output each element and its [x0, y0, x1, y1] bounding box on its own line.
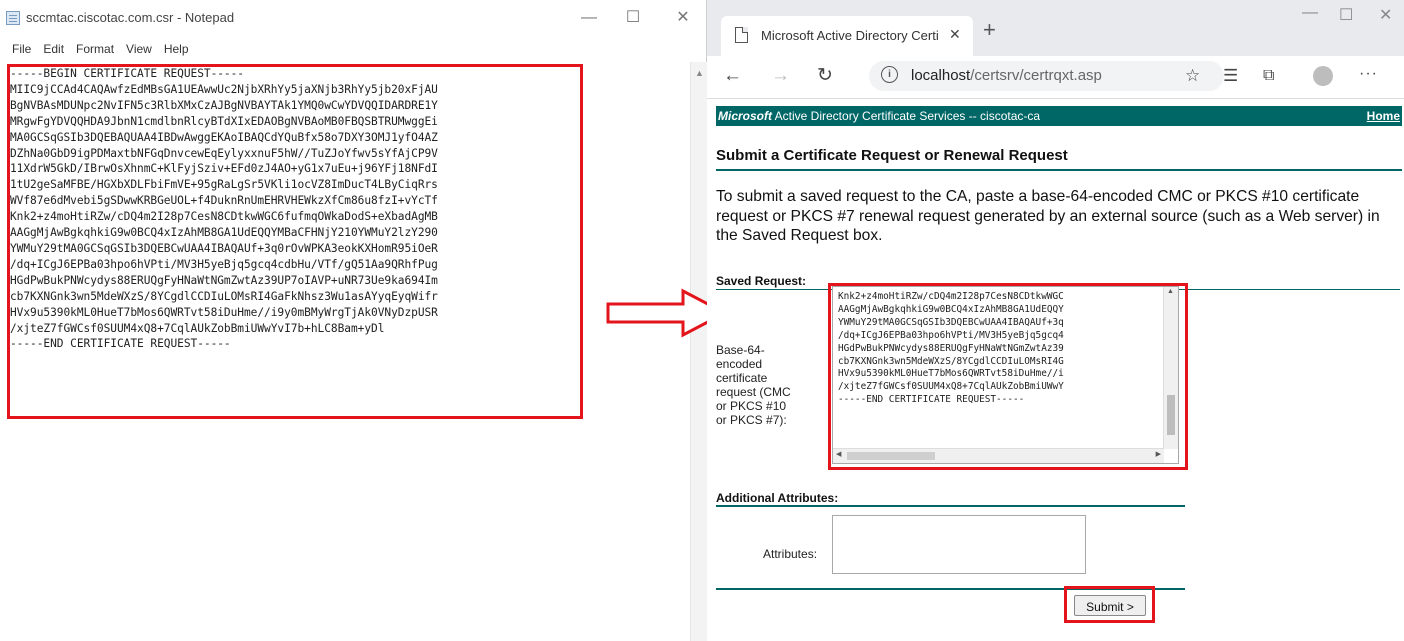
highlight-csr-box [7, 64, 583, 419]
menu-edit[interactable]: Edit [37, 40, 70, 58]
browser-window: Microsoft Active Directory Certifi ✕ + —… [707, 0, 1404, 641]
page-title: Submit a Certificate Request or Renewal … [716, 147, 1068, 164]
scroll-up-icon[interactable]: ▲ [695, 68, 704, 78]
intro-text: To submit a saved request to the CA, pas… [716, 188, 1380, 244]
menu-format[interactable]: Format [70, 40, 120, 58]
browser-tab[interactable]: Microsoft Active Directory Certifi ✕ [721, 16, 973, 56]
minimize-icon[interactable]: — [574, 5, 604, 31]
url-path: /certsrv/certrqxt.asp [970, 67, 1102, 84]
profile-avatar[interactable] [1313, 66, 1333, 86]
close-icon[interactable]: ✕ [668, 5, 698, 31]
back-icon[interactable]: ← [723, 64, 742, 88]
browser-toolbar: ← → ↻ i localhost/certsrv/certrqxt.asp ☆… [707, 56, 1404, 99]
close-icon[interactable]: ✕ [1379, 5, 1392, 25]
url-host: localhost [911, 67, 971, 84]
maximize-icon[interactable]: ☐ [618, 5, 648, 31]
notepad-menubar: File Edit Format View Help [0, 40, 195, 58]
reload-icon[interactable]: ↻ [817, 64, 833, 88]
more-icon[interactable]: ··· [1359, 62, 1378, 86]
header-brand: Microsoft [718, 109, 772, 123]
attributes-textarea[interactable] [832, 515, 1086, 574]
highlight-submit [1064, 586, 1155, 623]
saved-request-heading: Saved Request: [716, 274, 807, 288]
divider [716, 169, 1402, 171]
ca-header-bar: Microsoft Active Directory Certificate S… [716, 106, 1402, 126]
menu-help[interactable]: Help [158, 40, 195, 58]
tab-title: Microsoft Active Directory Certifi [761, 28, 939, 43]
url-text[interactable]: localhost/certsrv/certrqxt.asp [911, 67, 1102, 84]
tab-close-icon[interactable]: ✕ [949, 26, 961, 43]
minimize-icon[interactable]: — [1302, 4, 1318, 22]
new-tab-icon[interactable]: + [983, 19, 996, 41]
highlight-saved-request [828, 283, 1188, 470]
maximize-icon[interactable]: ☐ [1339, 5, 1353, 25]
saved-request-label: Base-64-encoded certificate request (CMC… [716, 343, 791, 427]
notepad-icon [6, 11, 20, 25]
address-bar[interactable]: i localhost/certsrv/certrqxt.asp [869, 61, 1224, 91]
menu-file[interactable]: File [0, 40, 37, 58]
info-icon[interactable]: i [881, 66, 898, 83]
notepad-titlebar[interactable]: sccmtac.ciscotac.com.csr - Notepad — ☐ ✕ [0, 0, 706, 38]
favorite-star-icon[interactable]: ☆ [1185, 64, 1200, 88]
notepad-window: sccmtac.ciscotac.com.csr - Notepad — ☐ ✕… [0, 0, 707, 641]
additional-attributes-heading: Additional Attributes: [716, 491, 839, 505]
notepad-scrollbar[interactable]: ▲ [690, 62, 707, 641]
forward-icon[interactable]: → [771, 64, 790, 88]
header-text: Active Directory Certificate Services --… [772, 109, 1041, 123]
notepad-title: sccmtac.ciscotac.com.csr - Notepad [26, 10, 235, 25]
page-content: Microsoft Active Directory Certificate S… [707, 99, 1404, 641]
favorites-icon[interactable]: ☰ [1223, 64, 1238, 88]
tab-strip: Microsoft Active Directory Certifi ✕ + —… [707, 0, 1404, 56]
attributes-label: Attributes: [763, 547, 818, 561]
home-link[interactable]: Home [1367, 106, 1400, 126]
page-icon [735, 27, 748, 43]
divider [716, 505, 1185, 507]
collections-icon[interactable]: ⧉ [1263, 64, 1274, 88]
menu-view[interactable]: View [120, 40, 158, 58]
